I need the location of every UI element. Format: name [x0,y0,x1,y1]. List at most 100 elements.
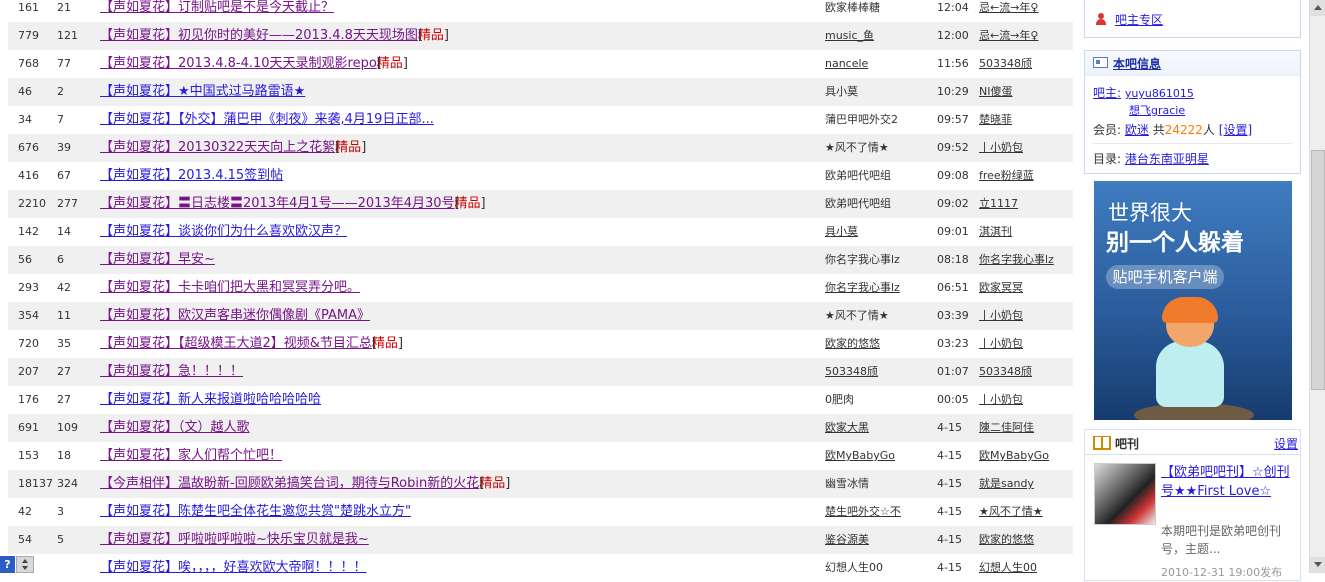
thread-author[interactable]: 欧弟吧代吧组 [825,162,930,190]
thread-title-link[interactable]: 【声如夏花】谈谈你们为什么喜欢欧汉声？ [100,224,347,239]
thread-author[interactable]: 欧弟吧代吧组 [825,190,930,218]
thread-last-replier[interactable]: 忌←流→年♀ [979,0,1071,22]
thread-author[interactable]: ★风不了情★ [825,134,930,162]
thread-title-link[interactable]: 【声如夏花】家人们帮个忙吧！ [100,448,282,463]
thread-title-link[interactable]: 【声如夏花】【外交】蒲巴甲《刺夜》来袭,4月19日正部... [100,112,434,127]
thread-title-cell: 【声如夏花】欧汉声客串迷你偶像剧《PAMA》 [100,302,810,330]
member-name-link[interactable]: 欧迷 [1125,123,1149,137]
thread-click-count: 42 [57,281,71,294]
thread-last-replier[interactable]: 陳二佳阿佳 [979,414,1071,442]
thread-author[interactable]: 0肥肉 [825,386,930,414]
thread-title-link[interactable]: 【声如夏花】【超级模王大道2】视频&节目汇总 [100,336,372,351]
thread-row: 42 3 【声如夏花】陈楚生吧全体花生邀您共赏"楚跳水立方" 楚生吧外交☆不 4-15 ★… [8,498,1073,526]
thread-title-link[interactable]: 【声如夏花】急！！！！ [100,364,243,379]
thread-row: 142 14 【声如夏花】谈谈你们为什么喜欢欧汉声？ 具小莫 09:01 淇淇刊 [8,218,1073,246]
thread-title-link[interactable]: 【声如夏花】20130322天天向上之花絮 [100,140,335,155]
thread-title-link[interactable]: 【今声相伴】温故盼新-回顾欧弟搞笑台词，期待与Robin新的火花 [100,476,479,491]
owner-name-1[interactable]: yuyu861015 [1125,87,1194,100]
thread-last-replier[interactable]: 幻想人生00 [979,554,1071,582]
thread-last-replier[interactable]: ★风不了情★ [979,498,1071,526]
thread-author[interactable]: 幻想人生00 [825,554,930,582]
thread-row: 354 11 【声如夏花】欧汉声客串迷你偶像剧《PAMA》 ★风不了情★ 03:39 丨小… [8,302,1073,330]
thread-author[interactable]: 楚生吧外交☆不 [825,498,930,526]
thread-author[interactable]: 具小莫 [825,218,930,246]
thread-title-link[interactable]: 【声如夏花】（文）越人歌 [100,420,250,435]
thread-title-link[interactable]: 【声如夏花】2013.4.8-4.10天天录制观影repo [100,56,377,71]
help-icon[interactable]: ? [0,556,15,573]
thread-last-replier[interactable]: 503348颀 [979,50,1071,78]
thread-author[interactable]: 欧家的悠悠 [825,330,930,358]
thread-last-replier[interactable]: 欧家的悠悠 [979,526,1071,554]
thread-reply-count: 56 [18,253,32,266]
journal-settings-link[interactable]: 设置 [1274,435,1298,452]
thread-author[interactable]: 欧家棒棒糖 [825,0,930,22]
thread-last-replier[interactable]: 503348颀 [979,358,1071,386]
thread-last-replier[interactable]: 欧MyBabyGo [979,442,1071,470]
thread-title-link[interactable]: 【声如夏花】卡卡咱们把大黑和冥冥弄分吧。 [100,280,360,295]
bazhu-zone-link[interactable]: 吧主专区 [1115,11,1163,28]
directory-link[interactable]: 港台东南亚明星 [1125,152,1209,166]
owner-name-2[interactable]: 想飞gracie [1129,104,1185,117]
thread-click-count: 121 [57,29,78,42]
thread-last-replier[interactable]: 立1117 [979,190,1071,218]
thread-author[interactable]: 你名字我心事lz [825,246,930,274]
thread-author[interactable]: 你名字我心事lz [825,274,930,302]
thread-author[interactable]: 蒲巴甲吧外交2 [825,106,930,134]
thread-last-replier[interactable]: 淇淇刊 [979,218,1071,246]
thread-last-replier[interactable]: 就是sandy [979,470,1071,498]
journal-thumbnail[interactable] [1094,463,1156,525]
thread-title-link[interactable]: 【声如夏花】新人来报道啦哈哈哈哈哈 [100,392,321,407]
thread-title-link[interactable]: 【声如夏花】★中国式过马路雷语★ [100,84,305,99]
thread-author[interactable]: music_鱼 [825,22,930,50]
thread-author[interactable]: 幽雪冰情 [825,470,930,498]
member-count-suffix: 人 [1202,123,1215,137]
banner-client-button[interactable]: 贴吧手机客户端 [1106,265,1224,289]
thread-author[interactable]: 鉴谷源美 [825,526,930,554]
mini-scroll-arrows-icon[interactable] [16,556,34,573]
thread-time: 10:29 [937,85,969,98]
thread-author[interactable]: nancele [825,50,930,78]
thread-last-replier[interactable]: 丨小奶包 [979,386,1071,414]
thread-title-link[interactable]: 【声如夏花】〓日志楼〓2013年4月1号——2013年4月30号 [100,196,455,211]
thread-last-replier[interactable]: free粉绿蓝 [979,162,1071,190]
thread-time: 4-15 [937,477,962,490]
page-scrollbar[interactable] [1309,0,1325,573]
thread-title-link[interactable]: 【声如夏花】订制贴吧是不是今天截止？ [100,0,334,15]
thread-title-link[interactable]: 【声如夏花】2013.4.15签到帖 [100,168,283,183]
scroll-up-button[interactable] [1310,0,1325,16]
thread-reply-count: 46 [18,85,32,98]
thread-author[interactable]: ★风不了情★ [825,302,930,330]
right-sidebar: 吧主专区 本吧信息 吧主: yuyu861015 想飞gracie 会员: 欧迷… [1084,0,1301,581]
thread-last-replier[interactable]: 你名字我心事lz [979,246,1071,274]
thread-last-replier[interactable]: 欧家冥冥 [979,274,1071,302]
thread-last-replier[interactable]: NI傻蛋 [979,78,1071,106]
thread-row: 768 77 【声如夏花】2013.4.8-4.10天天录制观影repo [精品] n… [8,50,1073,78]
thread-time: 08:18 [937,253,969,266]
thread-click-count: 109 [57,421,78,434]
thread-title-link[interactable]: 【声如夏花】陈楚生吧全体花生邀您共赏"楚跳水立方" [100,504,411,519]
thread-title-link[interactable]: 【声如夏花】早安~ [100,252,215,267]
book-icon [1093,436,1111,450]
thread-title-link[interactable]: 【声如夏花】初见你时的美好——2013.4.8天天现场图 [100,28,418,43]
forum-info-title[interactable]: 本吧信息 [1113,55,1161,72]
thread-author[interactable]: 欧MyBabyGo [825,442,930,470]
journal-item-link[interactable]: 【欧弟吧吧刊】☆创刊号★★First Love☆ [1161,463,1293,501]
thread-reply-count: 768 [18,57,39,70]
thread-last-replier[interactable]: 丨小奶包 [979,302,1071,330]
thread-author[interactable]: 欧家大黑 [825,414,930,442]
thread-title-link[interactable]: 【声如夏花】欧汉声客串迷你偶像剧《PAMA》 [100,308,370,323]
thread-author[interactable]: 503348颀 [825,358,930,386]
thread-last-replier[interactable]: 忌←流→年♀ [979,22,1071,50]
thread-time: 4-15 [937,533,962,546]
thread-title-link[interactable]: 【声如夏花】呼啦啦呼啦啦~快乐宝贝就是我~ [100,532,369,547]
member-settings-link[interactable]: [设置] [1219,123,1252,137]
member-line: 会员: 欧迷 共24222人 [设置] [1093,121,1252,138]
mobile-client-banner[interactable]: 世界很大 别一个人躲着 贴吧手机客户端 [1094,181,1292,420]
thread-last-replier[interactable]: 楚晓菲 [979,106,1071,134]
thread-last-replier[interactable]: 丨小奶包 [979,134,1071,162]
owner-label[interactable]: 吧主: [1093,86,1121,100]
scroll-thumb[interactable] [1311,150,1325,390]
thread-author[interactable]: 具小莫 [825,78,930,106]
thread-last-replier[interactable]: 丨小奶包 [979,330,1071,358]
scroll-down-button[interactable] [1310,557,1325,573]
